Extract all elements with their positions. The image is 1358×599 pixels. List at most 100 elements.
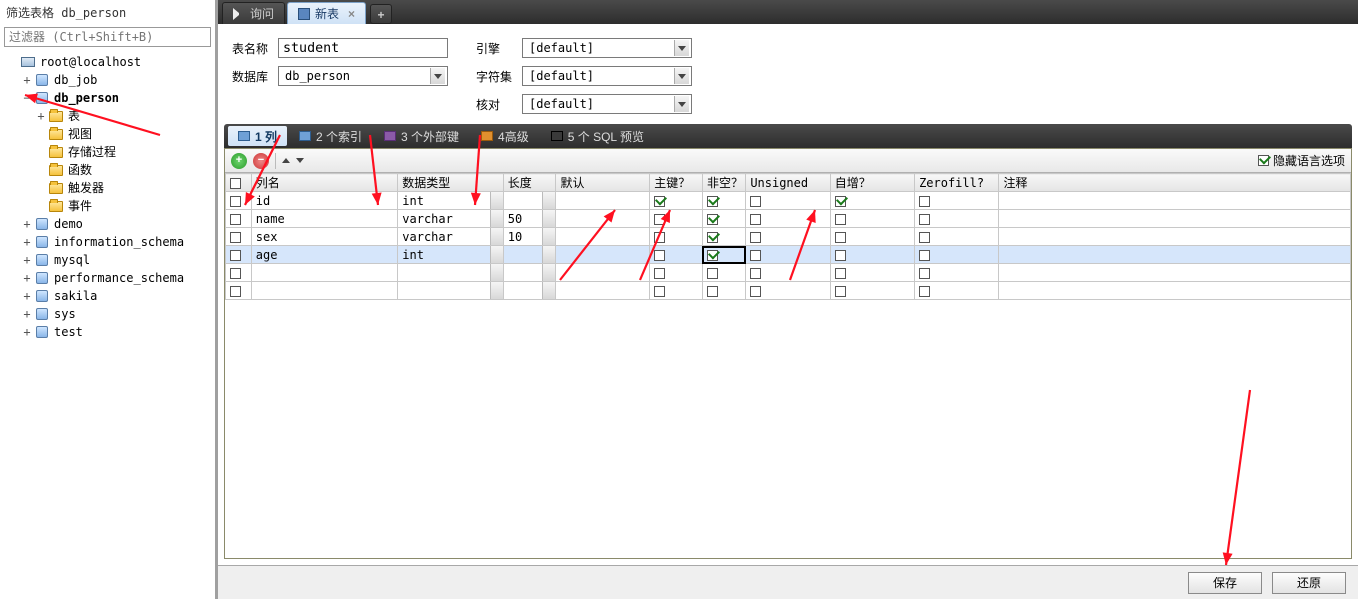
column-header[interactable]: 默认: [556, 174, 650, 192]
grid-cell[interactable]: [398, 264, 503, 282]
new-tab-button[interactable]: +: [370, 4, 392, 24]
tree-node[interactable]: +test: [2, 323, 213, 341]
grid-cell[interactable]: [999, 228, 1351, 246]
designer-tab[interactable]: 1 列: [228, 126, 287, 146]
grid-cell[interactable]: [746, 192, 830, 210]
column-header[interactable]: 注释: [999, 174, 1351, 192]
column-header[interactable]: 自增？: [830, 174, 914, 192]
grid-cell[interactable]: [746, 210, 830, 228]
grid-cell[interactable]: id: [251, 192, 397, 210]
grid-cell[interactable]: [999, 192, 1351, 210]
designer-tab[interactable]: 3 个外部键: [374, 126, 469, 146]
grid-cell[interactable]: [830, 228, 914, 246]
expand-icon[interactable]: +: [20, 251, 34, 269]
combo-engine[interactable]: [default]: [522, 38, 692, 58]
grid-cell[interactable]: [999, 282, 1351, 300]
save-button[interactable]: 保存: [1188, 572, 1262, 594]
grid-cell[interactable]: [226, 228, 252, 246]
chevron-down-icon[interactable]: [490, 210, 503, 227]
expand-icon[interactable]: +: [20, 233, 34, 251]
grid-cell[interactable]: name: [251, 210, 397, 228]
grid-cell[interactable]: [650, 264, 703, 282]
columns-grid[interactable]: 列名数据类型长度默认主键？非空？Unsigned自增？Zerofill?注释id…: [225, 173, 1351, 558]
tree-node[interactable]: +sys: [2, 305, 213, 323]
grid-cell[interactable]: [556, 264, 650, 282]
grid-cell[interactable]: 10: [503, 228, 556, 246]
grid-cell[interactable]: [556, 210, 650, 228]
grid-cell[interactable]: [226, 246, 252, 264]
grid-cell[interactable]: [556, 246, 650, 264]
hide-lang-option[interactable]: 隐藏语言选项: [1258, 152, 1345, 169]
close-icon[interactable]: ×: [348, 7, 355, 21]
tree-node[interactable]: +information_schema: [2, 233, 213, 251]
designer-tab[interactable]: 4高级: [471, 126, 539, 146]
table-row[interactable]: [226, 264, 1351, 282]
chevron-down-icon[interactable]: [490, 192, 503, 209]
table-row[interactable]: ageint: [226, 246, 1351, 264]
grid-cell[interactable]: 50: [503, 210, 556, 228]
grid-cell[interactable]: [746, 246, 830, 264]
tree-node[interactable]: +sakila: [2, 287, 213, 305]
tree-node[interactable]: 函数: [2, 161, 213, 179]
grid-cell[interactable]: [503, 282, 556, 300]
grid-cell[interactable]: [915, 210, 999, 228]
grid-cell[interactable]: [830, 282, 914, 300]
chevron-down-icon[interactable]: [490, 228, 503, 245]
grid-cell[interactable]: [650, 192, 703, 210]
grid-cell[interactable]: age: [251, 246, 397, 264]
expand-icon[interactable]: +: [20, 287, 34, 305]
column-header[interactable]: Unsigned: [746, 174, 830, 192]
expand-icon[interactable]: +: [20, 323, 34, 341]
table-row[interactable]: [226, 282, 1351, 300]
designer-tab[interactable]: 2 个索引: [289, 126, 372, 146]
chevron-down-icon[interactable]: [542, 264, 555, 281]
tree-node[interactable]: +performance_schema: [2, 269, 213, 287]
tree-node[interactable]: 事件: [2, 197, 213, 215]
grid-cell[interactable]: [830, 246, 914, 264]
grid-cell[interactable]: [915, 264, 999, 282]
grid-cell[interactable]: [226, 192, 252, 210]
column-header[interactable]: Zerofill?: [915, 174, 999, 192]
chevron-down-icon[interactable]: [490, 246, 503, 263]
grid-cell[interactable]: varchar: [398, 210, 503, 228]
grid-cell[interactable]: [251, 282, 397, 300]
grid-cell[interactable]: [830, 192, 914, 210]
grid-cell[interactable]: [999, 264, 1351, 282]
move-up-button[interactable]: [282, 158, 290, 163]
grid-cell[interactable]: varchar: [398, 228, 503, 246]
chevron-down-icon[interactable]: [542, 210, 555, 227]
grid-cell[interactable]: [702, 264, 745, 282]
tree-node[interactable]: 触发器: [2, 179, 213, 197]
table-row[interactable]: idint: [226, 192, 1351, 210]
chevron-down-icon[interactable]: [542, 282, 555, 299]
chevron-down-icon[interactable]: [490, 282, 503, 299]
column-header[interactable]: 主键？: [650, 174, 703, 192]
grid-cell[interactable]: [226, 282, 252, 300]
grid-cell[interactable]: [650, 282, 703, 300]
column-header[interactable]: 长度: [503, 174, 556, 192]
revert-button[interactable]: 还原: [1272, 572, 1346, 594]
grid-cell[interactable]: [702, 246, 745, 264]
tree-node[interactable]: 视图: [2, 125, 213, 143]
tree-node[interactable]: +mysql: [2, 251, 213, 269]
chevron-down-icon[interactable]: [542, 192, 555, 209]
chevron-down-icon[interactable]: [542, 228, 555, 245]
grid-cell[interactable]: [702, 210, 745, 228]
grid-cell[interactable]: [746, 282, 830, 300]
expand-icon[interactable]: +: [20, 269, 34, 287]
grid-cell[interactable]: [915, 192, 999, 210]
grid-cell[interactable]: [702, 228, 745, 246]
column-header[interactable]: 数据类型: [398, 174, 503, 192]
grid-cell[interactable]: [650, 228, 703, 246]
move-down-button[interactable]: [296, 158, 304, 163]
table-row[interactable]: namevarchar50: [226, 210, 1351, 228]
input-table-name[interactable]: [278, 38, 448, 58]
grid-cell[interactable]: int: [398, 192, 503, 210]
grid-cell[interactable]: [915, 282, 999, 300]
grid-cell[interactable]: [650, 210, 703, 228]
tree-node[interactable]: −db_person: [2, 89, 213, 107]
table-row[interactable]: sexvarchar10: [226, 228, 1351, 246]
grid-cell[interactable]: sex: [251, 228, 397, 246]
grid-cell[interactable]: [556, 228, 650, 246]
chevron-down-icon[interactable]: [542, 246, 555, 263]
